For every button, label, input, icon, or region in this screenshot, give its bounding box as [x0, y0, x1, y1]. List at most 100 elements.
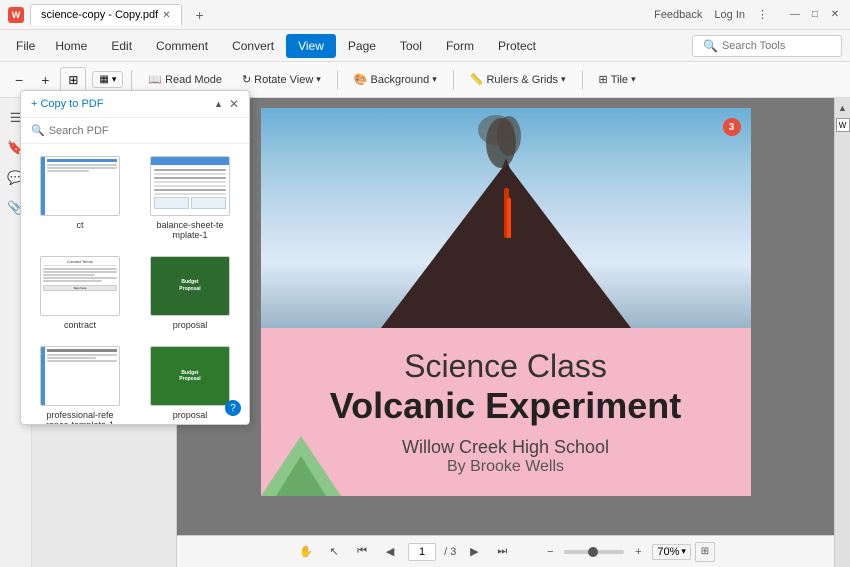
menu-convert[interactable]: Convert	[220, 34, 286, 58]
zoom-in-nav-button[interactable]: +	[628, 542, 648, 562]
tile-button[interactable]: ⊞ Tile ▾	[591, 69, 644, 90]
rotate-view-button[interactable]: ↻ Rotate View ▾	[234, 69, 329, 90]
ct-thumb	[41, 157, 119, 215]
popup-search-bar: 🔍	[21, 118, 249, 144]
menu-edit[interactable]: Edit	[99, 34, 144, 58]
last-page-button[interactable]: ⏭	[492, 542, 512, 562]
tile-icon: ⊞	[599, 73, 608, 86]
rulers-caret: ▾	[561, 74, 566, 85]
zoom-percent-label: 70%	[657, 546, 679, 558]
zoom-percent-select[interactable]: 70% ▾	[652, 544, 691, 560]
menu-protect[interactable]: Protect	[486, 34, 548, 58]
tab-close-button[interactable]: ✕	[162, 10, 170, 21]
fit-page-button[interactable]: ⊞	[695, 542, 715, 562]
rotate-icon: ↻	[242, 73, 251, 86]
popup-thumb-contract: Contact Terms Sign here	[40, 256, 120, 316]
view-options-button[interactable]: ⊞	[60, 67, 86, 93]
zoom-caret: ▾	[681, 546, 686, 557]
contract-thumb: Contact Terms Sign here	[41, 257, 119, 315]
popup-grid: ct	[21, 144, 249, 424]
pdf-subtitle: Volcanic Experiment	[281, 385, 731, 427]
pdf-main-title: Science Class	[281, 348, 731, 385]
page-input[interactable]	[408, 543, 436, 561]
popup-header: + Copy to PDF ▲ ✕	[21, 91, 249, 118]
professional-thumb	[41, 347, 119, 405]
right-panel-top-button[interactable]: ▲	[837, 102, 849, 114]
balance-thumb	[151, 157, 229, 215]
title-bar-left: W science-copy - Copy.pdf ✕ +	[8, 4, 212, 25]
popup-label-budget: proposal	[173, 320, 208, 330]
budget-thumb: Budget Proposal	[151, 257, 229, 315]
rotate-caret: ▾	[316, 74, 321, 85]
zoom-in-button[interactable]: +	[34, 69, 56, 91]
popup-item-balance[interactable]: balance-sheet-template-1	[139, 152, 241, 244]
right-panel: ▲ W	[834, 98, 850, 567]
menu-page[interactable]: Page	[336, 34, 388, 58]
pdf-nav-bar: ✋ ↖ ⏮ ◀ / 3 ▶ ⏭ − + 70% ▾ ⊞	[177, 535, 834, 567]
menu-tool[interactable]: Tool	[388, 34, 434, 58]
app-tab[interactable]: science-copy - Copy.pdf ✕	[30, 4, 182, 25]
new-tab-button[interactable]: +	[188, 5, 212, 25]
zoom-thumb	[588, 547, 598, 557]
first-page-button[interactable]: ⏮	[352, 542, 372, 562]
popup-search-icon: 🔍	[31, 124, 45, 137]
popup-label-ct: ct	[76, 220, 83, 230]
maximize-button[interactable]: □	[808, 8, 822, 22]
popup-item-contract[interactable]: Contact Terms Sign here contract	[29, 252, 131, 334]
feedback-link[interactable]: Feedback	[654, 9, 702, 21]
zoom-slider[interactable]	[564, 550, 624, 554]
display-caret: ▾	[112, 74, 117, 85]
popup-item-budget[interactable]: Budget Proposal proposal	[139, 252, 241, 334]
menu-home[interactable]: Home	[43, 34, 99, 58]
panel-icon-button[interactable]: W	[836, 118, 850, 132]
popup-scroll-up[interactable]: ▲	[214, 97, 223, 111]
close-button[interactable]: ✕	[828, 8, 842, 22]
popup-search-input[interactable]	[49, 125, 239, 137]
menu-bar: File Home Edit Comment Convert View Page…	[0, 30, 850, 62]
pdf-page: 3 Science Class Volcanic Experiment Will…	[261, 108, 751, 496]
rulers-grids-button[interactable]: 📏 Rulers & Grids ▾	[462, 69, 574, 90]
toolbar-separator-3	[453, 70, 454, 90]
more-options-button[interactable]: ⋮	[757, 8, 768, 21]
zoom-out-nav-button[interactable]: −	[540, 542, 560, 562]
menu-file[interactable]: File	[8, 35, 43, 57]
volcano-svg	[261, 108, 751, 328]
tab-title: science-copy - Copy.pdf	[41, 9, 158, 21]
rulers-icon: 📏	[470, 73, 484, 86]
popup-item-ct[interactable]: ct	[29, 152, 131, 244]
popup-close-button[interactable]: ✕	[229, 97, 239, 111]
menu-comment[interactable]: Comment	[144, 34, 220, 58]
login-link[interactable]: Log In	[714, 9, 745, 21]
next-page-button[interactable]: ▶	[464, 542, 484, 562]
main-layout: ☰ 🔖 💬 📎 Science Class Volcanic Experimen…	[0, 98, 850, 567]
popup-item-professional[interactable]: professional-reference-template-1	[29, 342, 131, 424]
copy-to-pdf-popup: + Copy to PDF ▲ ✕ 🔍	[20, 90, 250, 425]
minimize-button[interactable]: —	[788, 8, 802, 22]
background-button[interactable]: 🎨 Background ▾	[346, 69, 445, 90]
zoom-control: − + 70% ▾ ⊞	[540, 542, 715, 562]
window-controls: — □ ✕	[788, 8, 842, 22]
prev-page-button[interactable]: ◀	[380, 542, 400, 562]
search-tools-input[interactable]	[722, 40, 831, 52]
hand-tool-button[interactable]: ✋	[296, 542, 316, 562]
pdf-author: By Brooke Wells	[281, 458, 731, 476]
bg-caret: ▾	[432, 74, 437, 85]
search-icon: 🔍	[703, 39, 718, 53]
display-mode-button[interactable]: ▦ ▾	[92, 71, 123, 88]
search-tools-bar[interactable]: 🔍	[692, 35, 842, 57]
menu-form[interactable]: Form	[434, 34, 486, 58]
copy-to-pdf-button[interactable]: + Copy to PDF	[31, 98, 103, 110]
popup-help-button[interactable]: ?	[225, 400, 241, 416]
menu-view[interactable]: View	[286, 34, 336, 58]
read-mode-button[interactable]: 📖 Read Mode	[140, 69, 230, 90]
proposal-thumb: BudgetProposal	[151, 347, 229, 405]
toolbar-separator-1	[131, 70, 132, 90]
zoom-out-button[interactable]: −	[8, 69, 30, 91]
toolbar-separator-2	[337, 70, 338, 90]
popup-thumb-balance	[150, 156, 230, 216]
read-mode-icon: 📖	[148, 73, 162, 86]
popup-thumb-budget: Budget Proposal	[150, 256, 230, 316]
popup-label-balance: balance-sheet-template-1	[156, 220, 223, 240]
popup-label-professional: professional-reference-template-1	[46, 410, 114, 424]
select-tool-button[interactable]: ↖	[324, 542, 344, 562]
